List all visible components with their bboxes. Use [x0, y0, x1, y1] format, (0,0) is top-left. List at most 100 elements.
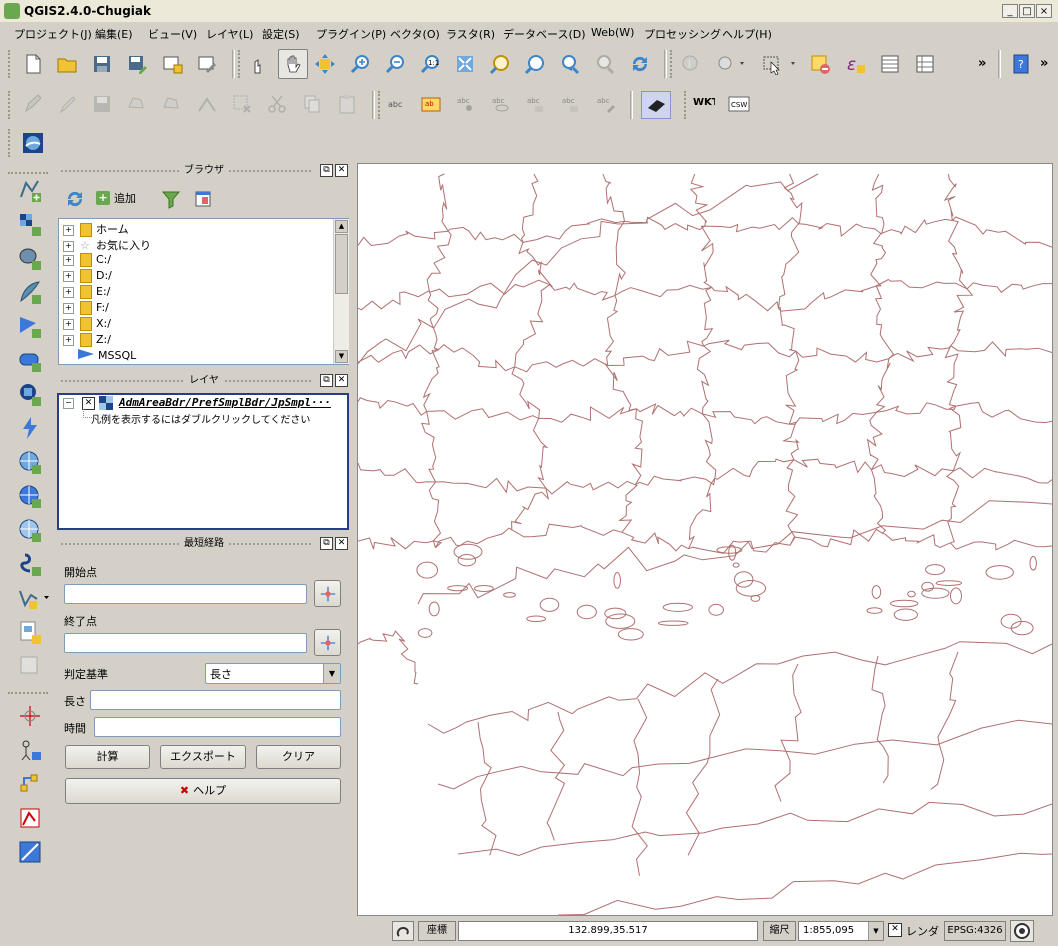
add-mssql-layer-icon[interactable]: [14, 310, 46, 342]
expand-icon[interactable]: +: [63, 254, 74, 266]
browser-item-c[interactable]: + C:/: [63, 253, 111, 269]
change-label-icon[interactable]: abc: [593, 91, 619, 117]
close-route-button[interactable]: ✕: [335, 537, 348, 550]
new-shapefile-layer-icon[interactable]: [14, 582, 54, 614]
help-contents-icon[interactable]: ?: [1008, 51, 1034, 77]
capture-start-point-button[interactable]: [314, 580, 341, 607]
toolbar-grip[interactable]: [670, 50, 675, 78]
scroll-up-icon[interactable]: ▲: [335, 220, 348, 233]
zoom-to-selection-icon[interactable]: [522, 51, 548, 77]
csw-icon[interactable]: CSW: [726, 91, 752, 117]
toggle-editing-icon[interactable]: [54, 91, 80, 117]
calculate-button[interactable]: 計算: [65, 745, 150, 769]
georeferencer-icon[interactable]: [641, 91, 671, 119]
toolbar-overflow-button-2[interactable]: »: [1040, 56, 1048, 71]
save-as-icon[interactable]: [124, 51, 150, 77]
cut-features-icon[interactable]: [264, 91, 290, 117]
zoom-actual-size-icon[interactable]: 1:1: [417, 51, 443, 77]
coordinate-display[interactable]: 132.899,35.517: [458, 921, 758, 941]
end-point-input[interactable]: [64, 633, 307, 653]
select-features-icon[interactable]: [758, 51, 802, 77]
refresh-icon[interactable]: [627, 51, 653, 77]
add-wcs-layer-icon[interactable]: [14, 446, 46, 478]
browser-item-mssql[interactable]: MSSQL: [63, 349, 136, 365]
wkt-icon[interactable]: WKT: [691, 91, 717, 117]
browser-item-x[interactable]: + X:/: [63, 317, 111, 333]
zoom-out-icon[interactable]: [382, 51, 408, 77]
add-wfs2-layer-icon[interactable]: [14, 514, 46, 546]
open-project-icon[interactable]: [54, 51, 80, 77]
scroll-down-icon[interactable]: ▼: [335, 350, 348, 363]
menu-view[interactable]: ビュー(V): [148, 26, 197, 42]
show-hide-labels-icon[interactable]: abc: [488, 91, 514, 117]
menu-project[interactable]: プロジェクト(J): [14, 26, 92, 42]
label-toolbar-icon[interactable]: abc: [384, 91, 410, 117]
browser-item-e[interactable]: + E:/: [63, 285, 110, 301]
copy-features-icon[interactable]: [299, 91, 325, 117]
undock-browser-button[interactable]: ⧉: [320, 164, 333, 177]
zoom-in-icon[interactable]: [347, 51, 373, 77]
expand-icon[interactable]: +: [63, 318, 74, 330]
rotate-label-icon[interactable]: abc: [558, 91, 584, 117]
zoom-last-icon[interactable]: [557, 51, 583, 77]
current-edits-icon[interactable]: [20, 91, 46, 117]
delete-selected-icon[interactable]: [229, 91, 255, 117]
menu-layer[interactable]: レイヤ(L): [206, 26, 253, 42]
expand-icon[interactable]: +: [63, 270, 74, 282]
browser-item-f[interactable]: + F:/: [63, 301, 109, 317]
add-db2-layer-icon[interactable]: [14, 378, 46, 410]
expand-icon[interactable]: +: [63, 286, 74, 298]
menu-edit[interactable]: 編集(E): [95, 26, 133, 42]
toolbar-grip[interactable]: [8, 129, 13, 157]
help-button[interactable]: ✖ ヘルプ: [65, 778, 341, 804]
pan-to-selection-icon[interactable]: [312, 51, 338, 77]
collapse-icon[interactable]: −: [63, 398, 74, 409]
collapse-all-icon[interactable]: [190, 186, 216, 212]
new-spatialite-layer-icon[interactable]: [14, 616, 46, 648]
layer-name[interactable]: AdmAreaBdr/PrefSmplBdr/JpSmpl···: [119, 396, 331, 409]
zoom-full-icon[interactable]: [452, 51, 478, 77]
scale-combo[interactable]: 1:855,095 ▼: [798, 921, 884, 941]
identify-icon[interactable]: i: [678, 51, 704, 77]
undock-layers-button[interactable]: ⧉: [320, 374, 333, 387]
menu-help[interactable]: ヘルプ(H): [722, 26, 772, 42]
filter-icon[interactable]: [158, 186, 184, 212]
render-checkbox[interactable]: ✕: [888, 923, 902, 937]
browser-item-d[interactable]: + D:/: [63, 269, 112, 285]
menu-plugins[interactable]: プラグイン(P): [316, 26, 386, 42]
log-messages-icon[interactable]: [1010, 920, 1034, 942]
close-layers-button[interactable]: ✕: [335, 374, 348, 387]
pan-map-icon[interactable]: [278, 49, 308, 79]
add-raster-layer-icon[interactable]: [14, 208, 46, 240]
save-project-icon[interactable]: [89, 51, 115, 77]
topology-checker-icon[interactable]: [14, 802, 46, 834]
toggle-coordinate-mode-icon[interactable]: [392, 921, 414, 941]
save-edits-icon[interactable]: [89, 91, 115, 117]
toolbar-grip[interactable]: [378, 91, 383, 119]
coordinate-capture-icon[interactable]: [14, 768, 46, 800]
export-button[interactable]: エクスポート: [160, 745, 246, 769]
close-browser-button[interactable]: ✕: [335, 164, 348, 177]
menu-settings[interactable]: 設定(S): [262, 26, 300, 42]
toolbar-grip[interactable]: [8, 692, 48, 696]
clear-button[interactable]: クリア: [256, 745, 341, 769]
add-delimited-text-layer-icon[interactable]: [14, 548, 46, 580]
move-label-icon[interactable]: abc: [523, 91, 549, 117]
google-earth-icon[interactable]: [18, 128, 48, 158]
add-wfs-layer-icon[interactable]: [14, 480, 46, 512]
toolbar-overflow-button[interactable]: »: [978, 56, 986, 71]
measure-icon[interactable]: [912, 51, 938, 77]
maximize-button[interactable]: □: [1019, 4, 1035, 18]
new-gpx-layer-icon[interactable]: [14, 650, 46, 682]
browser-item-favorites[interactable]: + ☆ お気に入り: [63, 237, 151, 253]
attribute-table-icon[interactable]: [877, 51, 903, 77]
capture-end-point-button[interactable]: [314, 629, 341, 656]
toolbar-grip[interactable]: [8, 91, 13, 119]
move-feature-icon[interactable]: [159, 91, 185, 117]
field-calculator-icon[interactable]: ε: [842, 51, 868, 77]
composer-manager-icon[interactable]: [194, 51, 220, 77]
add-spatialite-layer-icon[interactable]: [14, 276, 46, 308]
add-postgis-layer-icon[interactable]: [14, 242, 46, 274]
add-wms-layer-icon[interactable]: [14, 412, 46, 444]
add-oracle-layer-icon[interactable]: [14, 344, 46, 376]
